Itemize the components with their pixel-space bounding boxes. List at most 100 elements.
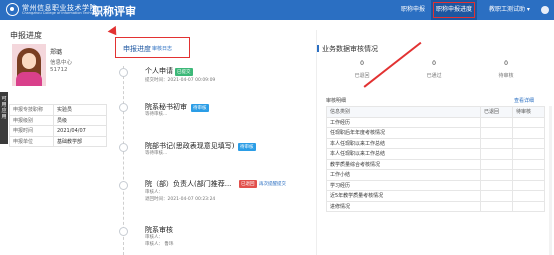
info-key: 申报级别 — [9, 114, 54, 126]
pending-cell — [512, 158, 545, 170]
profile-id: 51712 — [50, 67, 68, 73]
table-header-row: 信息类别 已退回 待审核 — [326, 106, 545, 118]
category-cell: 任现职后年年度考核情况 — [326, 127, 481, 139]
category-cell: 近5年教学质量考核情况 — [326, 190, 481, 202]
side-app-tab[interactable]: 可用应用 — [0, 92, 8, 144]
pending-cell — [512, 169, 545, 181]
stat-label: 已退回 — [354, 73, 370, 79]
profile-info-table: 申报专技职称 实验员 申报级别 员级 申报时间 2021/04/07 申报单位 基础教学… — [9, 104, 107, 147]
stat-pending: 0 待审核 — [470, 58, 542, 84]
returned-cell — [480, 116, 513, 128]
returned-cell — [480, 127, 513, 139]
category-cell: 教学质量综合考核情况 — [326, 158, 481, 170]
stat-label: 已通过 — [426, 73, 442, 79]
category-cell: 学习经历 — [326, 179, 481, 191]
status-badge: 已退回 — [239, 180, 257, 188]
stat-value: 0 — [432, 60, 436, 67]
timeline-node-icon — [119, 143, 128, 152]
column-header: 信息类别 — [326, 106, 481, 118]
returned-cell — [480, 200, 513, 212]
timeline-node-icon — [119, 103, 128, 112]
returned-cell — [480, 148, 513, 160]
pending-cell — [512, 148, 545, 160]
audit-log-link[interactable]: 审核日志 — [152, 45, 172, 52]
audit-detail-table: 信息类别 已退回 待审核 工作经历 任现职后年年度考核情况 本人任现职以来工作总… — [326, 106, 545, 212]
pending-cell — [512, 200, 545, 212]
table-row: 任现职后年年度考核情况 — [326, 127, 545, 139]
pending-cell — [512, 179, 545, 191]
school-name-en: Changzhou College of Information Technol… — [22, 11, 103, 15]
info-value: 员级 — [53, 114, 107, 126]
status-badge: 待审核 — [238, 143, 256, 151]
returned-cell — [480, 190, 513, 202]
table-row: 进修情况 — [326, 200, 545, 212]
category-cell: 本人任现职以来工作总结 — [326, 148, 481, 160]
step-title: 院（部）负责人(部门推荐... — [145, 180, 232, 188]
returned-cell — [480, 169, 513, 181]
school-logo-icon — [6, 3, 19, 16]
table-row: 申报专技职称 实验员 — [9, 104, 107, 116]
pending-cell — [512, 127, 545, 139]
timeline-node-icon — [119, 227, 128, 236]
table-row: 近5年教学质量考核情况 — [326, 190, 545, 202]
pending-cell — [512, 190, 545, 202]
table-row: 本人任现职以来工作总结 — [326, 148, 545, 160]
step-reviewer: 等待审核... — [145, 112, 168, 117]
info-value: 2021/04/07 — [53, 125, 107, 137]
category-cell: 工作小结 — [326, 169, 481, 181]
column-header: 待审核 — [512, 106, 545, 118]
user-menu[interactable]: 教职工测试助 ▾ — [489, 0, 530, 20]
nav-apply[interactable]: 职称申报 — [396, 0, 430, 20]
info-value: 实验员 — [53, 104, 107, 116]
progress-title: 申报进度 — [123, 45, 151, 53]
pending-cell — [512, 116, 545, 128]
category-cell: 工作经历 — [326, 116, 481, 128]
stat-value: 0 — [504, 60, 508, 67]
stats-title: 业务数据审核情况 — [317, 45, 378, 53]
table-row: 申报时间 2021/04/07 — [9, 125, 107, 137]
step-time: 提交时间：2021-04-07 00:09:09 — [145, 78, 216, 83]
top-bar: 常州信息职业技术学院 Changzhou College of Informat… — [0, 0, 554, 20]
divider — [316, 30, 317, 255]
category-cell: 本人任现职以来工作总结 — [326, 137, 481, 149]
returned-cell — [480, 137, 513, 149]
page-title: 申报进度 — [10, 31, 42, 40]
table-row: 本人任现职以来工作总结 — [326, 137, 545, 149]
status-badge: 已提交 — [175, 68, 193, 76]
returned-cell — [480, 179, 513, 191]
step-title: 个人申请 — [145, 67, 173, 75]
stat-passed: 0 已通过 — [398, 58, 470, 84]
profile-dept: 信息中心 — [50, 60, 73, 66]
scrollbar[interactable] — [549, 106, 552, 255]
app-title: 职称评审 — [92, 5, 136, 18]
category-cell: 进修情况 — [326, 200, 481, 212]
table-row: 申报级别 员级 — [9, 114, 107, 126]
table-row: 学习经历 — [326, 179, 545, 191]
column-header: 已退回 — [480, 106, 513, 118]
step-reviewer: 审核人： — [145, 190, 163, 195]
step-reviewer-name: 审核人： 鲁玮 — [145, 242, 174, 247]
stat-returned: 0 已退回 — [326, 58, 398, 84]
step-time: 退回时间：2021-04-07 00:23:24 — [145, 197, 216, 202]
table-row: 工作经历 — [326, 116, 545, 128]
view-detail-link[interactable]: 查看详细 — [514, 97, 534, 104]
returned-cell — [480, 158, 513, 170]
avatar[interactable] — [541, 6, 549, 14]
info-key: 申报时间 — [9, 125, 54, 137]
info-value: 基础教学部 — [53, 135, 107, 147]
table-row: 工作小结 — [326, 169, 545, 181]
detail-heading: 审核明细 — [326, 98, 347, 104]
profile-photo — [12, 44, 46, 86]
step-reviewer: 审核人： — [145, 235, 163, 240]
remind-again-link[interactable]: 再次提醒提交 — [259, 181, 286, 187]
profile-name: 郑璐 — [50, 49, 63, 56]
status-badge: 待审核 — [191, 104, 209, 112]
table-row: 申报单位 基础教学部 — [9, 135, 107, 147]
info-key: 申报单位 — [9, 135, 54, 147]
nav-apply-progress[interactable]: 职称申报进度 — [431, 0, 478, 20]
table-row: 教学质量综合考核情况 — [326, 158, 545, 170]
stat-label: 待审核 — [498, 73, 514, 79]
pending-cell — [512, 137, 545, 149]
step-reviewer: 等待审核... — [145, 151, 168, 156]
timeline-node-icon — [119, 68, 128, 77]
